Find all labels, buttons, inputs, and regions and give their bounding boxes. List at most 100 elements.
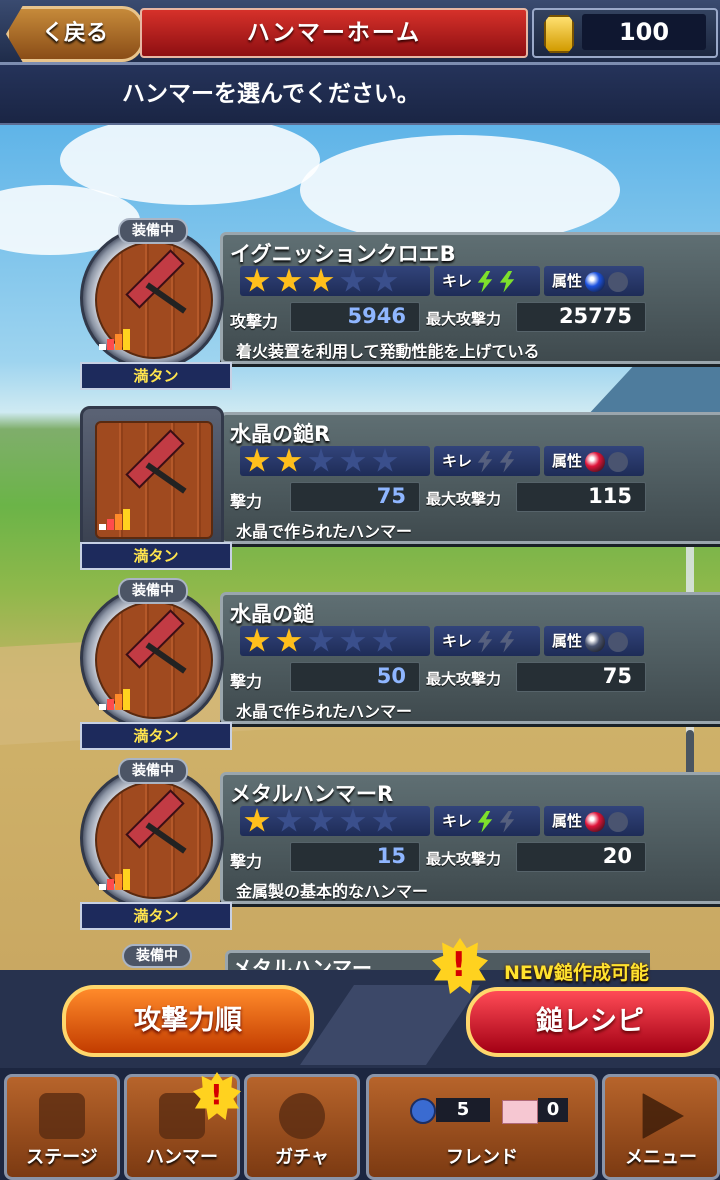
star-icon bbox=[308, 268, 334, 292]
tab-friend[interactable]: フレンド bbox=[366, 1074, 598, 1180]
equipped-badge: 装備中 bbox=[122, 944, 192, 968]
star-icon bbox=[340, 808, 366, 832]
star-icon bbox=[244, 268, 270, 292]
full-badge: 満タン bbox=[80, 722, 232, 750]
attribute-row: 属性 bbox=[544, 806, 644, 836]
kire-row: キレ bbox=[434, 626, 540, 656]
tab-label: メニュー bbox=[625, 1147, 697, 1168]
lightning-icon bbox=[499, 450, 515, 473]
attribute-orb-icon bbox=[585, 811, 606, 832]
attribute-orb-icon bbox=[585, 631, 606, 652]
star-icon bbox=[372, 808, 398, 832]
tab-menu[interactable]: メニュー bbox=[602, 1074, 720, 1180]
rarity-stars bbox=[240, 626, 430, 656]
gauge-icon bbox=[99, 869, 131, 890]
hammer-portrait bbox=[80, 226, 224, 370]
attribute-orb-empty-icon bbox=[608, 811, 629, 832]
max-attack-label: 最大攻撃力 bbox=[426, 850, 502, 868]
back-button[interactable]: く戻る bbox=[6, 6, 144, 62]
attack-value: 5946 bbox=[347, 304, 406, 328]
attribute-row: 属性 bbox=[544, 446, 644, 476]
hammer-icon bbox=[159, 1093, 205, 1139]
rarity-stars bbox=[240, 266, 430, 296]
star-icon bbox=[340, 268, 366, 292]
coin-counter[interactable]: 100 bbox=[532, 8, 718, 58]
star-icon bbox=[340, 448, 366, 472]
tab-label: ハンマー bbox=[146, 1147, 218, 1168]
page-title: ハンマーホーム bbox=[140, 8, 528, 58]
tab-label: ステージ bbox=[26, 1147, 98, 1168]
kire-row: キレ bbox=[434, 266, 540, 296]
map-icon bbox=[39, 1093, 85, 1139]
bomb-count: 5 bbox=[436, 1098, 490, 1122]
equipped-badge: 装備中 bbox=[118, 218, 188, 244]
sort-attack-button[interactable]: 攻撃力順 bbox=[62, 985, 314, 1057]
rarity-stars bbox=[240, 446, 430, 476]
max-attack-value: 20 bbox=[602, 844, 632, 868]
hammer-name: イグニッションクロエB bbox=[230, 242, 456, 266]
star-icon bbox=[276, 268, 302, 292]
hammer-card[interactable]: 満タン 水晶の鎚R キレ 属性 撃力 75 最大攻撃力 115 水晶で作られたハンマー bbox=[80, 406, 720, 570]
hammer-recipe-button[interactable]: 鎚レシピ bbox=[466, 987, 714, 1057]
attack-label: 攻撃力 bbox=[230, 312, 279, 331]
instruction-bar: ハンマーを選んでください。 bbox=[0, 65, 720, 125]
lightning-icon bbox=[477, 270, 493, 293]
full-badge: 満タン bbox=[80, 542, 232, 570]
attack-label: 撃力 bbox=[230, 852, 263, 871]
kire-row: キレ bbox=[434, 446, 540, 476]
attribute-orb-icon bbox=[585, 271, 606, 292]
max-attack-value: 25775 bbox=[558, 304, 632, 328]
lightning-icon bbox=[477, 810, 493, 833]
play-icon bbox=[642, 1093, 684, 1139]
hammer-card[interactable]: 装備中 満タン イグニッションクロエB キレ 属性 攻撃力 5946 最大攻撃力 25775 着火… bbox=[80, 218, 720, 390]
star-icon bbox=[276, 448, 302, 472]
star-icon bbox=[244, 808, 270, 832]
tab-gacha[interactable]: ガチャ bbox=[244, 1074, 360, 1180]
full-badge: 満タン bbox=[80, 362, 232, 390]
star-icon bbox=[340, 628, 366, 652]
attribute-orb-empty-icon bbox=[608, 631, 629, 652]
mail-count: 0 bbox=[538, 1098, 568, 1122]
tab-stage[interactable]: ステージ bbox=[4, 1074, 120, 1180]
hammer-portrait bbox=[80, 586, 224, 730]
attack-label: 撃力 bbox=[230, 492, 263, 511]
attack-value: 50 bbox=[376, 664, 406, 688]
kire-row: キレ bbox=[434, 806, 540, 836]
star-icon bbox=[308, 628, 334, 652]
star-icon bbox=[244, 448, 270, 472]
attribute-orb-empty-icon bbox=[608, 451, 629, 472]
hammer-card[interactable]: 装備中 満タン 水晶の鎚 キレ 属性 撃力 50 最大攻撃力 75 水晶で作られたハンマー bbox=[80, 578, 720, 750]
gacha-ball-icon bbox=[279, 1093, 325, 1139]
max-attack-value: 115 bbox=[588, 484, 632, 508]
attribute-row: 属性 bbox=[544, 266, 644, 296]
attribute-orb-empty-icon bbox=[608, 271, 629, 292]
hammer-description: 金属製の基本的なハンマー bbox=[236, 882, 429, 901]
hammer-name: 水晶の鎚 bbox=[230, 602, 314, 626]
attribute-label: 属性 bbox=[552, 452, 583, 470]
kire-label: キレ bbox=[442, 452, 473, 470]
coin-value: 100 bbox=[582, 14, 706, 50]
gauge-icon bbox=[99, 689, 131, 710]
star-icon bbox=[276, 628, 302, 652]
mail-icon bbox=[502, 1100, 538, 1124]
lightning-icon bbox=[477, 450, 493, 473]
kire-label: キレ bbox=[442, 272, 473, 290]
attribute-label: 属性 bbox=[552, 812, 583, 830]
kire-label: キレ bbox=[442, 632, 473, 650]
star-icon bbox=[244, 628, 270, 652]
gauge-icon bbox=[99, 329, 131, 350]
star-icon bbox=[372, 448, 398, 472]
max-attack-label: 最大攻撃力 bbox=[426, 490, 502, 508]
max-attack-label: 最大攻撃力 bbox=[426, 310, 502, 328]
star-icon bbox=[372, 268, 398, 292]
attribute-orb-icon bbox=[585, 451, 606, 472]
lightning-icon bbox=[477, 630, 493, 653]
instruction-text: ハンマーを選んでください。 bbox=[122, 81, 420, 107]
star-icon bbox=[308, 448, 334, 472]
lightning-icon bbox=[499, 270, 515, 293]
attack-value: 15 bbox=[376, 844, 406, 868]
attack-value: 75 bbox=[376, 484, 406, 508]
lightning-icon bbox=[499, 810, 515, 833]
hammer-card[interactable]: 装備中 満タン メタルハンマーR キレ 属性 撃力 15 最大攻撃力 20 金属製の基本的なハンマ… bbox=[80, 758, 720, 930]
hammer-portrait bbox=[80, 766, 224, 910]
